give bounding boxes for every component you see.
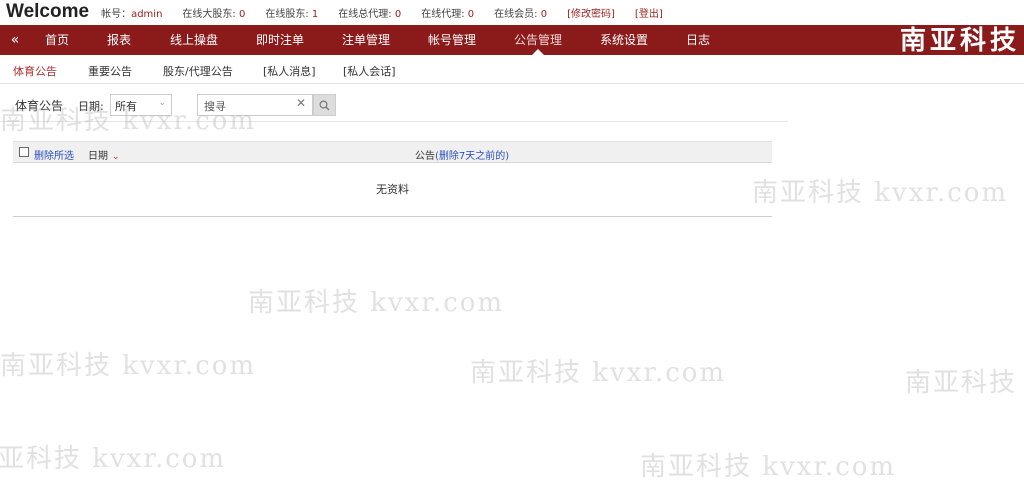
tab-private-messages[interactable]: [私人消息] <box>263 63 316 79</box>
nav-item-live-bets[interactable]: 即时注单 <box>256 25 304 55</box>
nav-item-logs[interactable]: 日志 <box>686 25 710 55</box>
online-shareholders-stat: 在线股东: 1 <box>265 8 319 20</box>
online-major-shareholders-stat: 在线大股东: 0 <box>182 8 246 20</box>
collapse-menu-button[interactable]: « <box>0 25 30 55</box>
main-navbar: « 首页 报表 线上操盘 即时注单 注单管理 帐号管理 公告管理 系统设置 日志… <box>0 25 1024 56</box>
delete-older-than-7-days-link[interactable]: (删除7天之前的) <box>435 151 509 162</box>
nav-item-account-management[interactable]: 帐号管理 <box>428 25 476 55</box>
table-header: 删除所选 日期 ⌄ 公告(删除7天之前的) <box>13 141 772 163</box>
clear-search-icon[interactable]: ✕ <box>296 96 306 110</box>
date-select-value: 所有 <box>115 100 137 113</box>
watermark: 南亚科技 kvxr.com <box>248 288 505 318</box>
announcements-table: 删除所选 日期 ⌄ 公告(删除7天之前的) 无资料 <box>13 141 772 217</box>
online-general-agents-stat: 在线总代理: 0 <box>338 8 402 20</box>
empty-state: 无资料 <box>13 163 772 217</box>
sort-caret-icon: ⌄ <box>112 152 120 162</box>
watermark: 南亚科技 kvxr.com <box>905 368 1024 398</box>
search-button[interactable] <box>313 94 336 116</box>
nav-item-system-settings[interactable]: 系统设置 <box>600 25 648 55</box>
date-label: 日期: <box>78 100 104 113</box>
brand-logo: 南亚科技 <box>899 26 1020 56</box>
filter-bar: 体育公告 日期: 所有 ⌄ 搜寻 ✕ <box>0 94 790 118</box>
search-icon <box>319 99 330 110</box>
nav-item-home[interactable]: 首页 <box>45 25 69 55</box>
chevron-down-icon: ⌄ <box>158 98 166 108</box>
watermark: 南亚科技 kvxr.com <box>0 351 257 381</box>
watermark: 南亚科技 kvxr.com <box>470 358 727 388</box>
nav-item-online-trading[interactable]: 线上操盘 <box>170 25 218 55</box>
date-select[interactable]: 所有 ⌄ <box>110 94 172 116</box>
select-all-checkbox[interactable] <box>19 147 29 157</box>
top-status-bar: Welcome 帐号：admin 在线大股东: 0 在线股东: 1 在线总代理:… <box>0 0 1024 24</box>
watermark: 南亚科技 kvxr.com <box>0 444 227 474</box>
announcement-subtabs: 体育公告 重要公告 股东/代理公告 [私人消息] [私人会话] <box>0 55 1024 84</box>
welcome-text: Welcome <box>6 1 90 22</box>
tab-shareholder-agent-announcements[interactable]: 股东/代理公告 <box>163 63 233 79</box>
tab-private-conversations[interactable]: [私人会话] <box>343 63 396 79</box>
tab-important-announcements[interactable]: 重要公告 <box>88 63 132 79</box>
notice-column-header: 公告(删除7天之前的) <box>415 151 510 162</box>
nav-item-announcement-management[interactable]: 公告管理 <box>514 25 562 55</box>
watermark: 南亚科技 kvxr.com <box>640 452 897 482</box>
logout-link[interactable]: [登出] <box>635 5 663 20</box>
section-title: 体育公告 <box>15 99 64 113</box>
nav-item-bet-management[interactable]: 注单管理 <box>342 25 390 55</box>
date-column-header[interactable]: 日期 ⌄ <box>88 147 120 162</box>
account-stat: 帐号：admin <box>101 8 163 20</box>
delete-selected-link[interactable]: 删除所选 <box>34 147 74 162</box>
filter-divider <box>0 121 788 122</box>
watermark: 南亚科技 kvxr.com <box>752 178 1009 208</box>
tab-sports-announcements[interactable]: 体育公告 <box>13 63 57 79</box>
online-agents-stat: 在线代理: 0 <box>421 8 475 20</box>
online-members-stat: 在线会员: 0 <box>494 8 548 20</box>
nav-item-reports[interactable]: 报表 <box>107 25 131 55</box>
change-password-link[interactable]: [修改密码] <box>567 5 615 20</box>
